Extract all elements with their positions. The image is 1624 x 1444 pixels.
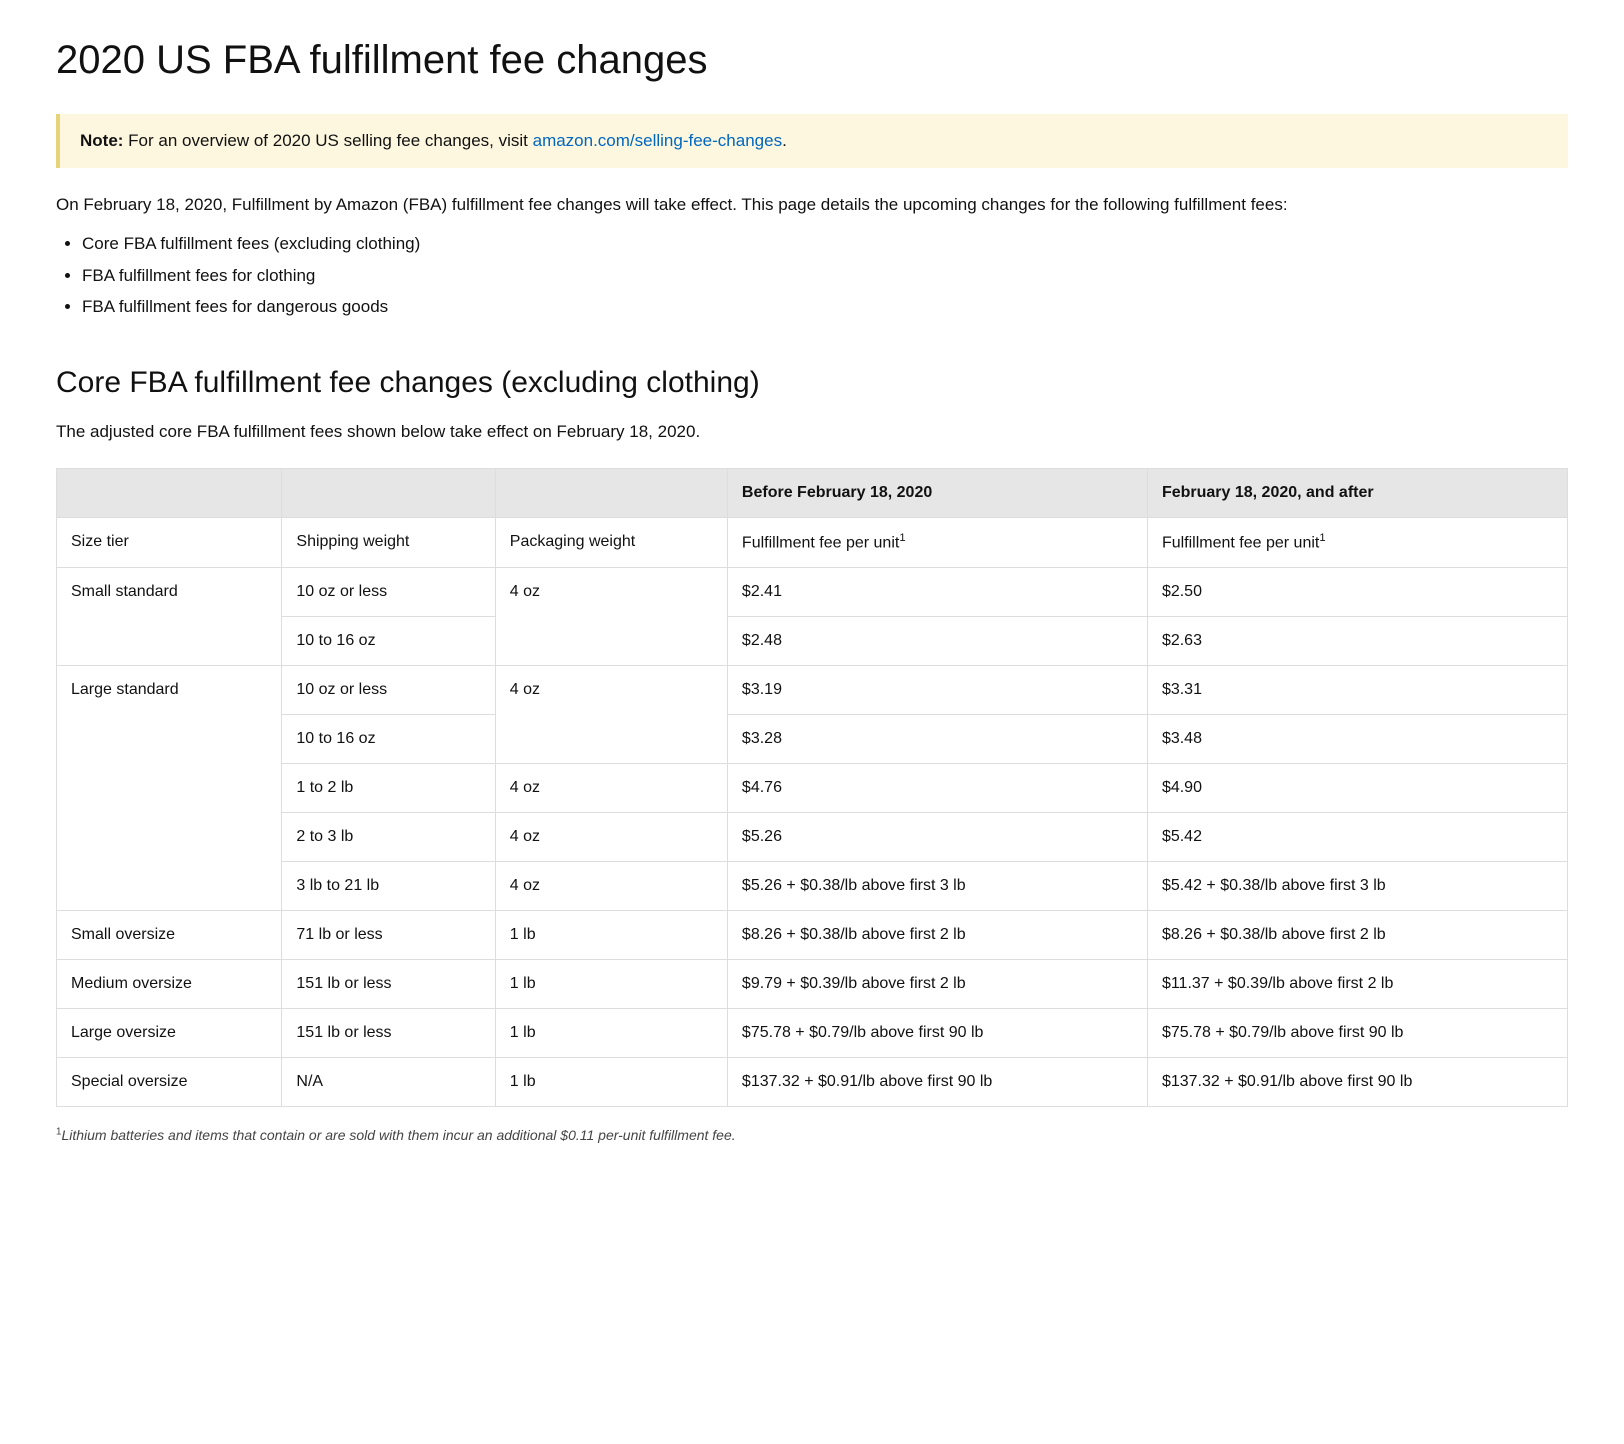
cell-shipping-weight: 10 to 16 oz — [282, 715, 495, 764]
table-header-before: Before February 18, 2020 — [727, 469, 1147, 518]
cell-packaging-weight: 4 oz — [495, 813, 727, 862]
cell-shipping-weight: 10 to 16 oz — [282, 617, 495, 666]
table-subheader-row: Size tierShipping weightPackaging weight… — [57, 518, 1568, 568]
cell-fee-after: $2.63 — [1147, 617, 1567, 666]
cell-size-tier: Small standard — [57, 568, 282, 666]
table-row: Large oversize151 lb or less1 lb$75.78 +… — [57, 1009, 1568, 1058]
cell-shipping-weight: 10 oz or less — [282, 666, 495, 715]
cell-fee-after: $4.90 — [1147, 764, 1567, 813]
cell-size-tier: Large standard — [57, 666, 282, 911]
cell-fee-before: $3.28 — [727, 715, 1147, 764]
cell-shipping-weight: 2 to 3 lb — [282, 813, 495, 862]
cell-fee-before: $4.76 — [727, 764, 1147, 813]
cell-fee-before: $5.26 + $0.38/lb above first 3 lb — [727, 862, 1147, 911]
col-size-tier: Size tier — [57, 518, 282, 568]
table-header-empty — [282, 469, 495, 518]
cell-packaging-weight: 1 lb — [495, 1009, 727, 1058]
cell-fee-before: $137.32 + $0.91/lb above first 90 lb — [727, 1058, 1147, 1107]
cell-fee-after: $11.37 + $0.39/lb above first 2 lb — [1147, 960, 1567, 1009]
table-row: Small oversize71 lb or less1 lb$8.26 + $… — [57, 911, 1568, 960]
table-row: 2 to 3 lb4 oz$5.26$5.42 — [57, 813, 1568, 862]
section-core-heading: Core FBA fulfillment fee changes (exclud… — [56, 360, 1568, 405]
note-text-after: . — [782, 131, 787, 150]
cell-packaging-weight: 1 lb — [495, 911, 727, 960]
cell-packaging-weight: 4 oz — [495, 862, 727, 911]
cell-shipping-weight: N/A — [282, 1058, 495, 1107]
note-box: Note: For an overview of 2020 US selling… — [56, 114, 1568, 168]
intro-paragraph: On February 18, 2020, Fulfillment by Ama… — [56, 192, 1568, 218]
cell-shipping-weight: 1 to 2 lb — [282, 764, 495, 813]
cell-fee-after: $3.31 — [1147, 666, 1567, 715]
section-core-caption: The adjusted core FBA fulfillment fees s… — [56, 419, 1568, 445]
cell-shipping-weight: 3 lb to 21 lb — [282, 862, 495, 911]
cell-packaging-weight: 1 lb — [495, 1058, 727, 1107]
bullet-item: FBA fulfillment fees for clothing — [82, 263, 1568, 289]
cell-shipping-weight: 71 lb or less — [282, 911, 495, 960]
table-row: Large standard10 oz or less4 oz$3.19$3.3… — [57, 666, 1568, 715]
table-row: Special oversizeN/A1 lb$137.32 + $0.91/l… — [57, 1058, 1568, 1107]
cell-fee-before: $2.48 — [727, 617, 1147, 666]
cell-fee-after: $3.48 — [1147, 715, 1567, 764]
table-row: 10 to 16 oz $3.28$3.48 — [57, 715, 1568, 764]
table-row: 3 lb to 21 lb4 oz$5.26 + $0.38/lb above … — [57, 862, 1568, 911]
table-row: Medium oversize151 lb or less1 lb$9.79 +… — [57, 960, 1568, 1009]
cell-fee-after: $75.78 + $0.79/lb above first 90 lb — [1147, 1009, 1567, 1058]
cell-fee-before: $5.26 — [727, 813, 1147, 862]
table-header-row: Before February 18, 2020 February 18, 20… — [57, 469, 1568, 518]
footnote: 1Lithium batteries and items that contai… — [56, 1125, 1568, 1146]
cell-fee-before: $8.26 + $0.38/lb above first 2 lb — [727, 911, 1147, 960]
col-fee-before: Fulfillment fee per unit1 — [727, 518, 1147, 568]
bullet-item: Core FBA fulfillment fees (excluding clo… — [82, 231, 1568, 257]
col-shipping-weight: Shipping weight — [282, 518, 495, 568]
cell-fee-before: $9.79 + $0.39/lb above first 2 lb — [727, 960, 1147, 1009]
cell-fee-after: $5.42 — [1147, 813, 1567, 862]
cell-packaging-weight: 4 oz — [495, 568, 727, 666]
cell-size-tier: Large oversize — [57, 1009, 282, 1058]
table-header-after: February 18, 2020, and after — [1147, 469, 1567, 518]
note-label: Note: — [80, 131, 123, 150]
table-row: 1 to 2 lb4 oz$4.76$4.90 — [57, 764, 1568, 813]
table-row: Small standard10 oz or less4 oz$2.41$2.5… — [57, 568, 1568, 617]
cell-packaging-weight: 4 oz — [495, 764, 727, 813]
table-row: 10 to 16 oz $2.48$2.63 — [57, 617, 1568, 666]
core-fee-table: Before February 18, 2020 February 18, 20… — [56, 468, 1568, 1107]
note-text-before: For an overview of 2020 US selling fee c… — [123, 131, 532, 150]
cell-shipping-weight: 151 lb or less — [282, 960, 495, 1009]
cell-fee-after: $2.50 — [1147, 568, 1567, 617]
cell-size-tier: Small oversize — [57, 911, 282, 960]
intro-bullets: Core FBA fulfillment fees (excluding clo… — [56, 231, 1568, 320]
col-fee-after: Fulfillment fee per unit1 — [1147, 518, 1567, 568]
cell-fee-after: $8.26 + $0.38/lb above first 2 lb — [1147, 911, 1567, 960]
cell-shipping-weight: 151 lb or less — [282, 1009, 495, 1058]
cell-size-tier: Special oversize — [57, 1058, 282, 1107]
table-header-empty — [57, 469, 282, 518]
bullet-item: FBA fulfillment fees for dangerous goods — [82, 294, 1568, 320]
cell-size-tier: Medium oversize — [57, 960, 282, 1009]
footnote-text: Lithium batteries and items that contain… — [61, 1127, 735, 1143]
cell-fee-after: $5.42 + $0.38/lb above first 3 lb — [1147, 862, 1567, 911]
cell-fee-before: $3.19 — [727, 666, 1147, 715]
cell-packaging-weight: 4 oz — [495, 666, 727, 764]
col-packaging-weight: Packaging weight — [495, 518, 727, 568]
table-header-empty — [495, 469, 727, 518]
page-title: 2020 US FBA fulfillment fee changes — [56, 30, 1568, 90]
cell-fee-after: $137.32 + $0.91/lb above first 90 lb — [1147, 1058, 1567, 1107]
cell-fee-before: $75.78 + $0.79/lb above first 90 lb — [727, 1009, 1147, 1058]
cell-fee-before: $2.41 — [727, 568, 1147, 617]
note-link[interactable]: amazon.com/selling-fee-changes — [533, 131, 782, 150]
cell-shipping-weight: 10 oz or less — [282, 568, 495, 617]
cell-packaging-weight: 1 lb — [495, 960, 727, 1009]
